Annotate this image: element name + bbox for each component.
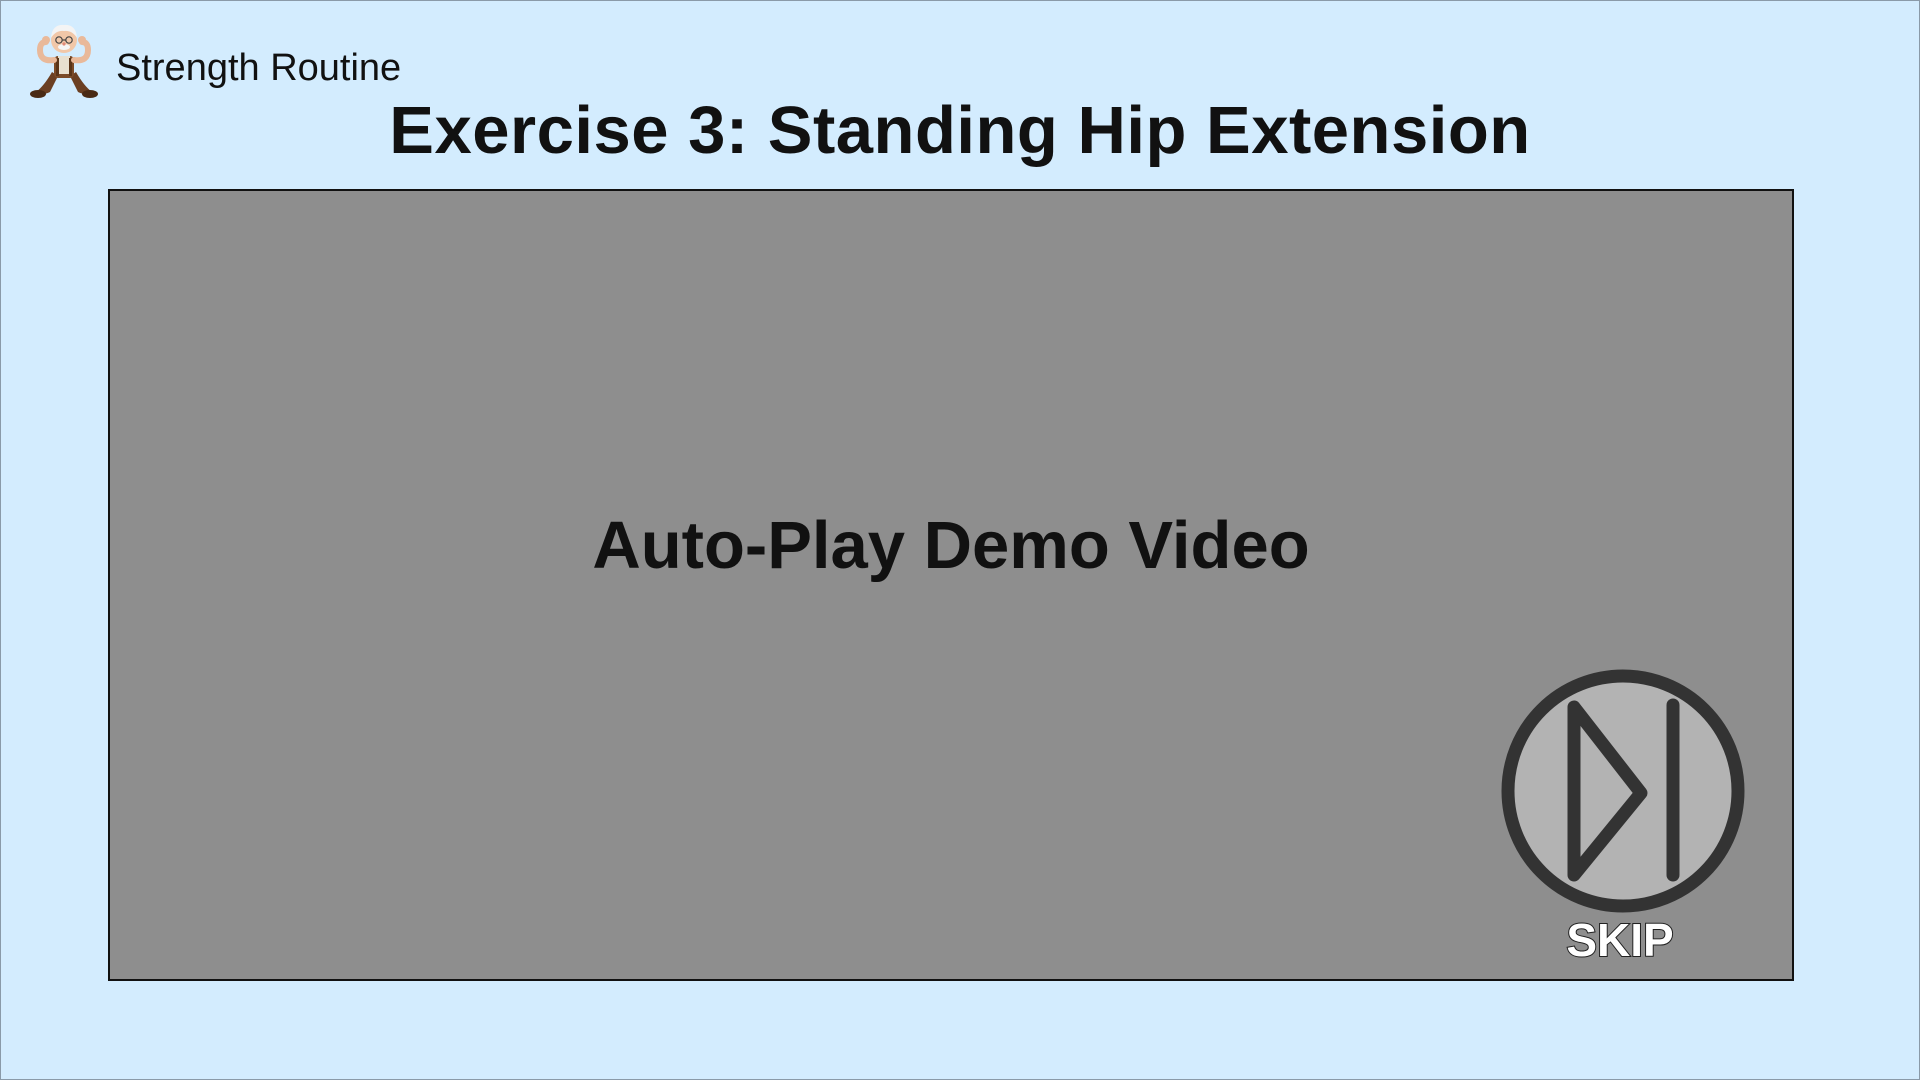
app-header: Strength Routine xyxy=(30,20,401,100)
video-placeholder-label: Auto-Play Demo Video xyxy=(592,508,1310,583)
exercise-title: Exercise 3: Standing Hip Extension xyxy=(389,93,1531,168)
demo-video-player[interactable]: Auto-Play Demo Video SKIP xyxy=(108,189,1794,981)
skip-label: SKIP xyxy=(1565,913,1674,967)
skip-button[interactable]: SKIP xyxy=(1490,669,1750,969)
elderly-person-flexing-icon xyxy=(30,24,98,98)
skip-next-icon xyxy=(1501,669,1745,913)
app-name: Strength Routine xyxy=(116,46,402,89)
